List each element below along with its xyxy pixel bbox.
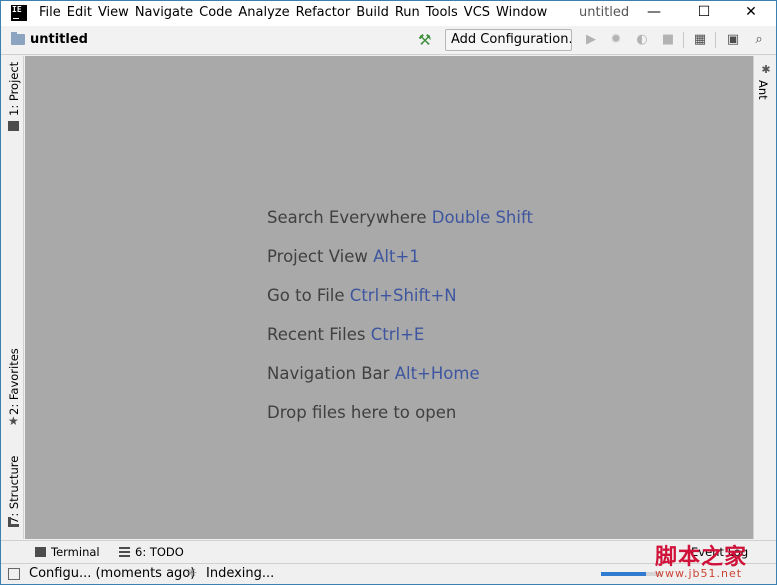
minimize-button[interactable]: — [634,1,674,25]
right-tool-stripe: ✱ Ant [753,56,776,539]
ant-icon[interactable]: ✱ [760,64,772,76]
tab-todo[interactable]: 6: TODO [119,545,184,559]
shortcut: Alt+1 [373,247,420,266]
toggle-tool-windows-icon[interactable] [8,568,20,580]
intellij-logo-icon: IE [11,5,27,21]
structure-icon [8,517,19,527]
maximize-button[interactable]: ☐ [684,1,724,25]
tab-structure[interactable]: 7: Structure [3,446,23,527]
stop-icon[interactable]: ■ [660,32,676,48]
tab-project[interactable]: 1: Project [3,61,23,134]
search-icon[interactable]: ⌕ [751,32,767,48]
add-configuration-button[interactable]: Add Configuration... [445,29,572,51]
menu-build[interactable]: Build [353,5,392,21]
shortcut: Double Shift [431,208,533,227]
tab-terminal[interactable]: Terminal [35,545,100,559]
left-tool-stripe: 1: Project 2: Favorites ★ 7: Structure [1,56,24,539]
coverage-icon[interactable]: ◐ [634,32,650,48]
hint-project-view: Project View Alt+1 [267,247,420,266]
menu-run[interactable]: Run [392,5,423,21]
loading-spinner-icon: ✳ [186,566,198,581]
menu-edit[interactable]: Edit [64,5,95,21]
navigation-toolbar: untitled ⚒ Add Configuration... ▶ ✹ ◐ ■ … [1,26,776,55]
status-message[interactable]: Configu... (moments ago) [29,566,195,581]
editor-hints: Search Everywhere Double Shift Project V… [267,198,533,432]
shortcut: Alt+Home [394,364,480,383]
close-button[interactable]: ✕ [731,1,771,25]
toolbar-separator [683,32,684,48]
todo-list-icon [119,547,130,557]
project-folder-icon [11,32,25,45]
menu-analyze[interactable]: Analyze [235,5,292,21]
shortcut: Ctrl+Shift+N [349,286,457,305]
tab-favorites[interactable]: 2: Favorites ★ [3,348,23,428]
hint-recent-files: Recent Files Ctrl+E [267,325,425,344]
indexing-status[interactable]: Indexing... [206,566,274,581]
progress-fill [601,572,646,576]
terminal-icon [35,547,46,557]
hint-search-everywhere: Search Everywhere Double Shift [267,208,533,227]
title-bar: IE File Edit View Navigate Code Analyze … [1,1,776,26]
terminal-window-icon[interactable]: ▣ [725,32,741,48]
menu-bar: File Edit View Navigate Code Analyze Ref… [36,5,550,21]
menu-refactor[interactable]: Refactor [293,5,354,21]
menu-file[interactable]: File [36,5,64,21]
hint-go-to-file: Go to File Ctrl+Shift+N [267,286,457,305]
watermark-url: www.jb51.net [655,567,743,580]
tab-project-label: 1: Project [7,61,21,116]
tab-structure-label: 7: Structure [7,455,21,524]
hint-navigation-bar: Navigation Bar Alt+Home [267,364,480,383]
toolbar-separator [715,32,716,48]
editor-empty-area[interactable]: Search Everywhere Double Shift Project V… [25,56,753,539]
menu-vcs[interactable]: VCS [461,5,493,21]
tab-favorites-label: 2: Favorites [7,348,21,415]
project-folder-icon [8,121,19,131]
ide-window: IE File Edit View Navigate Code Analyze … [0,0,777,585]
run-icon[interactable]: ▶ [583,32,599,48]
breadcrumb-project[interactable]: untitled [30,32,88,47]
menu-code[interactable]: Code [196,5,235,21]
menu-window[interactable]: Window [493,5,550,21]
menu-tools[interactable]: Tools [423,5,461,21]
menu-navigate[interactable]: Navigate [132,5,196,21]
tab-todo-label: 6: TODO [135,545,184,559]
build-hammer-icon[interactable]: ⚒ [418,32,434,48]
tab-ant[interactable]: Ant [756,80,770,100]
tab-terminal-label: Terminal [51,545,100,559]
site-watermark: 脚本之家 www.jb51.net [651,539,776,583]
project-structure-icon[interactable]: ▦ [692,32,708,48]
star-icon: ★ [8,414,19,428]
window-title: untitled [579,5,630,20]
debug-icon[interactable]: ✹ [608,32,624,48]
menu-view[interactable]: View [95,5,132,21]
shortcut: Ctrl+E [370,325,425,344]
hint-drop-files: Drop files here to open [267,403,457,422]
